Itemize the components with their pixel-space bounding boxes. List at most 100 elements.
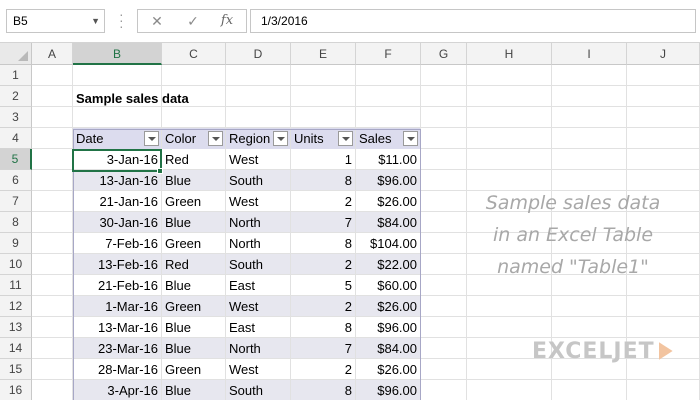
table-cell[interactable]: $22.00 [356,254,420,274]
table-cell[interactable]: $60.00 [356,275,420,295]
column-header-d[interactable]: D [226,43,291,65]
table-cell[interactable]: 7 [291,338,355,358]
table-cell[interactable]: East [226,275,290,295]
table-cell[interactable]: $26.00 [356,359,420,379]
column-header-j[interactable]: J [627,43,700,65]
table-cell[interactable]: $84.00 [356,212,420,232]
row-header-14[interactable]: 14 [0,338,32,359]
table-cell[interactable]: $11.00 [356,149,420,169]
table-cell[interactable]: North [226,233,290,253]
table-cell[interactable]: 8 [291,317,355,337]
table-cell[interactable]: 8 [291,380,355,400]
filter-dropdown-icon[interactable] [403,131,418,146]
table-cell[interactable]: 13-Feb-16 [73,254,161,274]
table-cell[interactable]: 1-Mar-16 [73,296,161,316]
table-cell[interactable]: 8 [291,233,355,253]
table-cell[interactable]: Green [162,359,225,379]
chevron-down-icon[interactable]: ▼ [91,10,100,32]
column-header-e[interactable]: E [291,43,356,65]
filter-dropdown-icon[interactable] [273,131,288,146]
table-header-date[interactable]: Date [73,128,161,149]
insert-function-button[interactable]: fx [212,10,242,32]
table-cell[interactable]: West [226,149,290,169]
column-header-h[interactable]: H [467,43,552,65]
table-cell[interactable]: 8 [291,170,355,190]
row-header-4[interactable]: 4 [0,128,32,149]
table-cell[interactable]: 21-Feb-16 [73,275,161,295]
row-header-13[interactable]: 13 [0,317,32,338]
table-cell[interactable]: South [226,170,290,190]
formula-input[interactable]: 1/3/2016 [250,9,696,33]
fill-handle[interactable] [157,168,163,174]
row-header-11[interactable]: 11 [0,275,32,296]
row-header-10[interactable]: 10 [0,254,32,275]
table-cell[interactable]: North [226,212,290,232]
drag-handle-icon[interactable]: · · · [119,7,124,33]
table-cell[interactable]: Blue [162,275,225,295]
table-cell[interactable]: 3-Apr-16 [73,380,161,400]
table-cell[interactable]: South [226,254,290,274]
check-icon[interactable]: ✓ [178,10,208,32]
table-cell[interactable]: 23-Mar-16 [73,338,161,358]
table-cell[interactable]: West [226,359,290,379]
table-cell[interactable]: Blue [162,380,225,400]
table-cell[interactable]: South [226,380,290,400]
row-header-3[interactable]: 3 [0,107,32,128]
table-cell[interactable]: East [226,317,290,337]
row-header-7[interactable]: 7 [0,191,32,212]
table-cell[interactable]: 5 [291,275,355,295]
row-header-12[interactable]: 12 [0,296,32,317]
sheet-title[interactable]: Sample sales data [76,88,189,109]
table-cell[interactable]: Green [162,233,225,253]
table-cell[interactable]: $26.00 [356,296,420,316]
table-cell[interactable]: Blue [162,338,225,358]
table-cell[interactable]: 28-Mar-16 [73,359,161,379]
cancel-icon[interactable]: ✕ [142,10,172,32]
table-cell[interactable]: Green [162,296,225,316]
table-cell[interactable]: 2 [291,254,355,274]
row-header-6[interactable]: 6 [0,170,32,191]
table-cell[interactable]: North [226,338,290,358]
row-header-15[interactable]: 15 [0,359,32,380]
table-cell[interactable]: 30-Jan-16 [73,212,161,232]
table-cell[interactable]: 13-Mar-16 [73,317,161,337]
name-box[interactable]: B5 ▼ [6,9,105,33]
column-header-b[interactable]: B [73,43,162,65]
row-header-8[interactable]: 8 [0,212,32,233]
select-all-corner[interactable] [0,43,32,65]
table-header-region[interactable]: Region [226,128,290,149]
table-cell[interactable]: Red [162,149,225,169]
table-header-sales[interactable]: Sales [356,128,420,149]
table-cell[interactable]: 2 [291,359,355,379]
table-cell[interactable]: 21-Jan-16 [73,191,161,211]
table-cell[interactable]: $104.00 [356,233,420,253]
table-cell[interactable]: $26.00 [356,191,420,211]
table-header-units[interactable]: Units [291,128,355,149]
row-header-9[interactable]: 9 [0,233,32,254]
worksheet-grid[interactable]: A B C D E F G H I J 1 2 3 4 5 6 7 8 9 10 11 12 13 14 15 16 Date Col… [0,43,700,400]
column-header-c[interactable]: C [162,43,226,65]
table-cell[interactable]: Blue [162,212,225,232]
table-cell[interactable]: Blue [162,170,225,190]
filter-dropdown-icon[interactable] [208,131,223,146]
table-cell[interactable]: $96.00 [356,380,420,400]
table-cell[interactable]: Blue [162,317,225,337]
filter-dropdown-icon[interactable] [144,131,159,146]
table-cell[interactable]: Green [162,191,225,211]
column-header-a[interactable]: A [32,43,73,65]
row-header-1[interactable]: 1 [0,65,32,86]
table-cell[interactable]: 7 [291,212,355,232]
row-header-16[interactable]: 16 [0,380,32,400]
table-cell[interactable]: 1 [291,149,355,169]
column-header-f[interactable]: F [356,43,421,65]
table-cell[interactable]: $84.00 [356,338,420,358]
table-cell[interactable]: 3-Jan-16 [73,149,161,169]
table-cell[interactable]: West [226,191,290,211]
table-cell[interactable]: Red [162,254,225,274]
table-cell[interactable]: 2 [291,191,355,211]
table-cell[interactable]: West [226,296,290,316]
row-header-2[interactable]: 2 [0,86,32,107]
table-cell[interactable]: $96.00 [356,170,420,190]
filter-dropdown-icon[interactable] [338,131,353,146]
row-header-5[interactable]: 5 [0,149,32,170]
